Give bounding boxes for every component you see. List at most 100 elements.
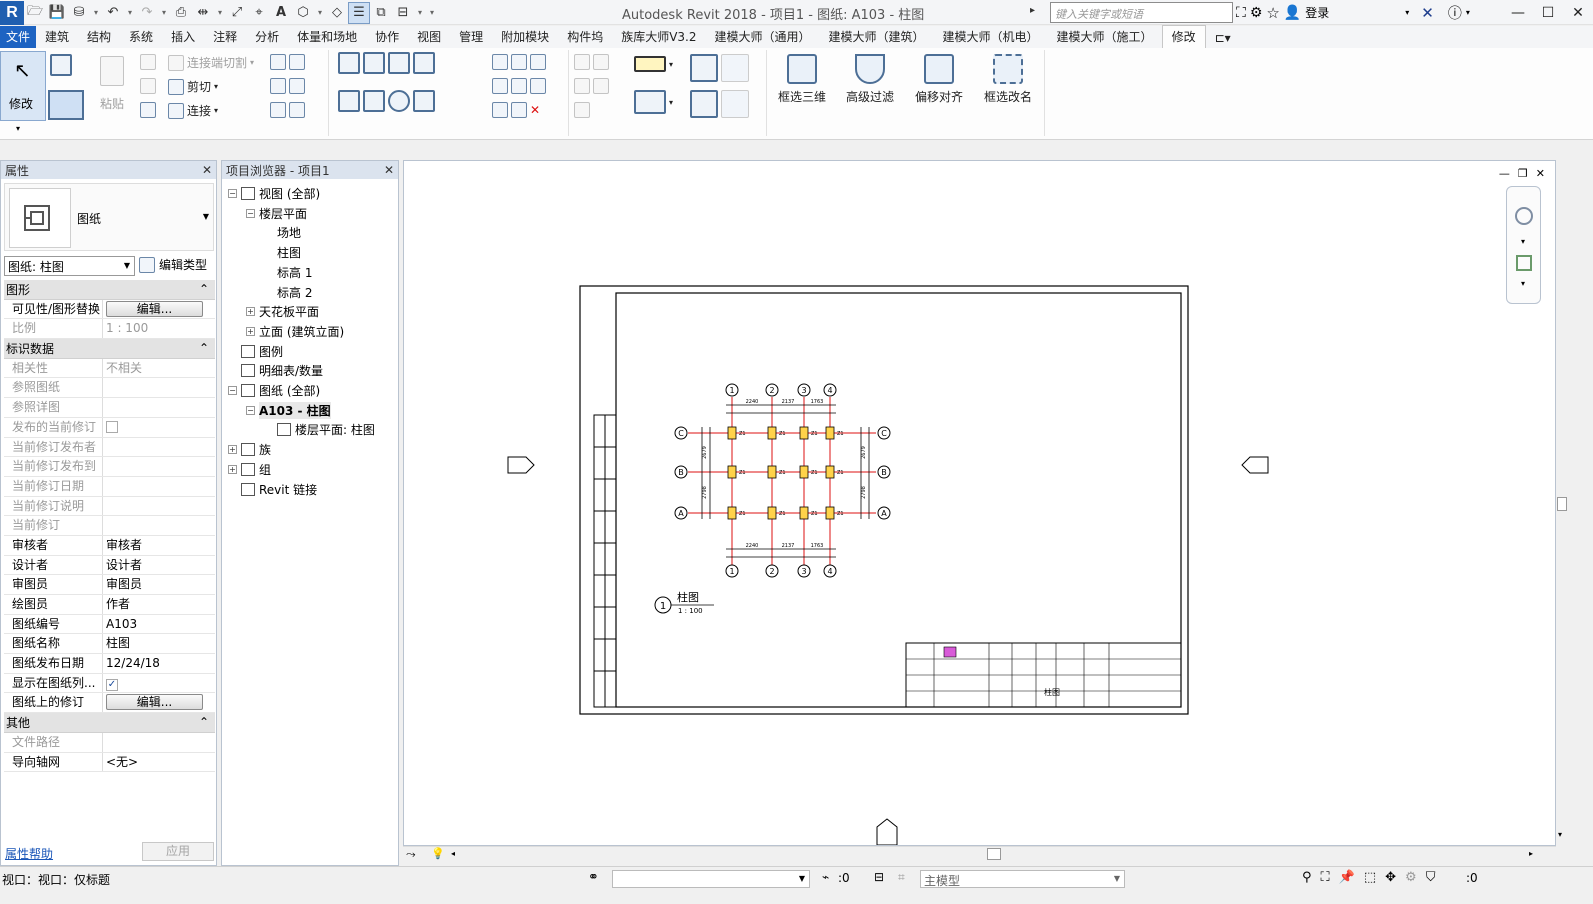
hint-bulb-icon[interactable]: 💡 xyxy=(431,847,445,860)
tab-11[interactable]: 附加模块 xyxy=(492,26,558,48)
type-selector[interactable]: 图纸 ▼ xyxy=(4,183,214,251)
tab-4[interactable]: 插入 xyxy=(162,26,204,48)
tab-18[interactable]: 修改 xyxy=(1161,25,1206,48)
tree-node[interactable]: + 立面 (建筑立面) xyxy=(246,323,344,340)
modify-tool-button[interactable]: ↖ 修改 xyxy=(0,51,46,121)
collapse-icon[interactable]: − xyxy=(246,208,255,218)
tab-12[interactable]: 构件坞 xyxy=(558,26,612,48)
select-by-face-icon[interactable]: ⬚ xyxy=(1364,870,1376,885)
search-input[interactable]: 键入关键字或短语 xyxy=(1050,2,1233,23)
close-icon[interactable]: ✕ xyxy=(384,163,394,177)
scale-icons[interactable]: ✕ xyxy=(492,102,540,118)
tab-2[interactable]: 结构 xyxy=(78,26,120,48)
align-icons[interactable] xyxy=(338,52,435,74)
chevron-down-icon[interactable]: ▾ xyxy=(1405,8,1409,17)
revit-app-button[interactable]: R xyxy=(0,0,24,25)
properties-help-link[interactable]: 属性帮助 xyxy=(5,845,53,862)
drag-on-selection-icon[interactable]: ✥ xyxy=(1385,870,1396,885)
property-checkbox[interactable]: ✓ xyxy=(106,678,118,691)
create-assembly-icons[interactable] xyxy=(690,54,749,82)
geometry-tools-icons[interactable] xyxy=(270,102,305,118)
property-value[interactable]: 作者 xyxy=(103,595,215,614)
chevron-down-icon[interactable]: ▾ xyxy=(1558,830,1562,839)
chevron-down-icon[interactable]: ▾ xyxy=(1521,279,1525,288)
tree-node[interactable]: 标高 2 xyxy=(264,284,312,301)
property-value[interactable] xyxy=(103,378,215,397)
chevron-down-icon[interactable]: ▾ xyxy=(124,2,136,24)
drawing-canvas[interactable]: — ❐ ✕ 1 1 2 2 3 3 4 4 C C B B A A 2240 2137 1763 2240 2137… xyxy=(403,160,1556,846)
property-value[interactable] xyxy=(103,477,215,496)
scale-icon[interactable]: ⤳ xyxy=(406,847,416,862)
exchange-apps-icon[interactable]: ✕ xyxy=(1421,4,1434,22)
tab-16[interactable]: 建模大师（机电） xyxy=(934,26,1048,48)
chevron-left-icon[interactable]: ◂ xyxy=(451,849,455,858)
select-underlay-icon[interactable]: ⛶ xyxy=(1321,870,1330,885)
split-icons[interactable] xyxy=(492,54,546,70)
join-button[interactable]: 连接 ▾ xyxy=(168,102,218,119)
property-checkbox[interactable] xyxy=(106,420,118,433)
collapse-icon[interactable]: ⌃ xyxy=(199,341,209,355)
aligned-dimension-icon[interactable]: ⤢ xyxy=(226,2,248,24)
apply-button[interactable]: 应用 xyxy=(142,842,214,861)
edit-type-button[interactable]: 编辑类型 xyxy=(139,256,207,273)
user-icon[interactable]: 👤 xyxy=(1284,5,1301,21)
tab-15[interactable]: 建模大师（建筑） xyxy=(820,26,934,48)
collapse-icon[interactable]: ⌃ xyxy=(199,715,209,729)
property-value[interactable]: 审核者 xyxy=(103,536,215,555)
property-value[interactable]: A103 xyxy=(103,615,215,634)
subscription-icon[interactable]: ⚙ xyxy=(1250,5,1263,21)
property-group-graphics[interactable]: 图形 ⌃ xyxy=(4,280,215,300)
tree-node[interactable]: − 图纸 (全部) xyxy=(228,382,320,399)
property-value[interactable] xyxy=(103,438,215,457)
tab-3[interactable]: 系统 xyxy=(120,26,162,48)
create-parts-icons[interactable] xyxy=(690,90,749,118)
scroll-thumb[interactable] xyxy=(987,848,1001,860)
close-icon[interactable]: ✕ xyxy=(202,163,212,177)
background-process-icon[interactable]: ⚙ xyxy=(1405,870,1417,885)
minimize-icon[interactable]: — xyxy=(1503,0,1533,25)
tab-1[interactable]: 建筑 xyxy=(36,26,78,48)
property-value[interactable] xyxy=(103,497,215,516)
property-value[interactable] xyxy=(103,457,215,476)
collapse-icon[interactable]: − xyxy=(228,189,237,198)
property-value[interactable]: 柱图 xyxy=(103,634,215,653)
close-hidden-icon[interactable]: ⧉ xyxy=(370,2,392,24)
save-icon[interactable]: 💾 xyxy=(46,2,68,24)
3d-view-icon[interactable]: ⬡ xyxy=(292,2,314,24)
open-icon[interactable]: 🗁 xyxy=(24,2,46,24)
property-value[interactable]: 12/24/18 xyxy=(103,654,215,673)
collapse-icon[interactable]: − xyxy=(228,386,237,395)
expand-icon[interactable]: + xyxy=(228,445,237,455)
chevron-right-icon[interactable]: ▸ xyxy=(1529,849,1533,858)
help-icon[interactable]: ⓘ xyxy=(1448,3,1462,23)
chevron-down-icon[interactable]: ▾ xyxy=(414,2,426,24)
tree-node[interactable]: − 视图 (全部) xyxy=(228,185,320,202)
tree-node[interactable]: + 组 xyxy=(228,461,271,478)
text-icon[interactable]: A xyxy=(270,2,292,24)
expand-icon[interactable]: + xyxy=(228,464,237,474)
select-pinned-icon[interactable]: 📌 xyxy=(1339,870,1355,885)
close-icon[interactable]: ✕ xyxy=(1563,0,1593,25)
chevron-down-icon[interactable]: ▾ xyxy=(1466,8,1470,17)
select-dropdown-icon[interactable]: ▾ xyxy=(16,124,20,133)
tab-7[interactable]: 体量和场地 xyxy=(288,26,366,48)
tab-17[interactable]: 建模大师（施工） xyxy=(1048,26,1162,48)
advanced-filter-button[interactable]: 高级过滤 xyxy=(846,54,894,105)
binoculars-icon[interactable]: ⛶ xyxy=(1236,5,1246,21)
customize-qat-icon[interactable]: ▾ xyxy=(426,2,438,24)
tab-8[interactable]: 协作 xyxy=(366,26,408,48)
design-options-icon[interactable]: ⊟ xyxy=(874,870,884,884)
editable-only-icon[interactable]: ⌁ xyxy=(822,870,829,884)
chevron-right-icon[interactable]: ▸ xyxy=(1030,5,1035,16)
edit-button[interactable]: 编辑... xyxy=(106,694,203,711)
exclude-options-icon[interactable]: ⌗ xyxy=(898,870,905,885)
design-option-select[interactable]: 主模型 ▼ xyxy=(920,870,1125,888)
expand-icon[interactable]: + xyxy=(246,307,255,317)
chevron-down-icon[interactable]: ▾ xyxy=(90,2,102,24)
tree-node[interactable]: Revit 链接 xyxy=(228,481,317,498)
property-group-other[interactable]: 其他 ⌃ xyxy=(4,713,215,733)
property-value[interactable]: 审图员 xyxy=(103,575,215,594)
tree-node[interactable]: + 族 xyxy=(228,441,271,458)
tree-node[interactable]: 柱图 xyxy=(264,244,301,261)
tag-icon[interactable]: ⌖ xyxy=(248,2,270,24)
